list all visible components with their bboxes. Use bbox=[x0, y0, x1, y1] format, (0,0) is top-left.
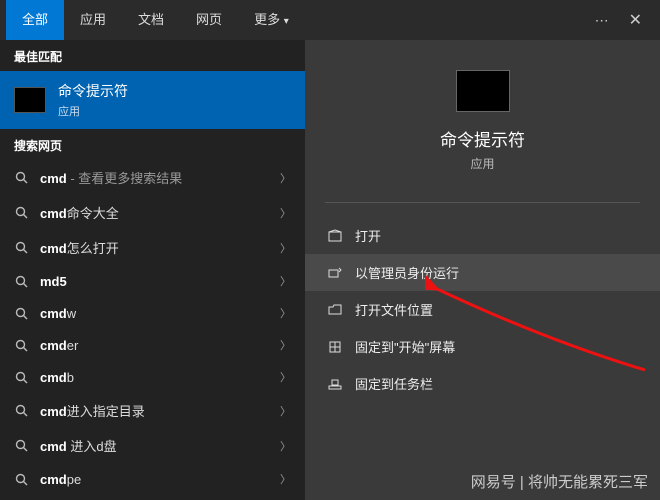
search-icon bbox=[14, 241, 28, 254]
search-icon bbox=[14, 307, 28, 320]
search-icon bbox=[14, 404, 28, 417]
suggestion-item[interactable]: cmd 进入d盘〉 bbox=[0, 428, 305, 463]
suggestion-item[interactable]: cmdpe〉 bbox=[0, 463, 305, 495]
chevron-right-icon: 〉 bbox=[280, 273, 291, 289]
detail-title: 命令提示符 bbox=[440, 126, 525, 151]
action-run-admin-label: 以管理员身份运行 bbox=[355, 263, 459, 282]
folder-icon bbox=[327, 303, 343, 317]
suggestion-text: cmd进入指定目录 bbox=[40, 401, 280, 420]
suggestion-item[interactable]: cmd命令大全〉 bbox=[0, 195, 305, 230]
chevron-right-icon: 〉 bbox=[280, 471, 291, 487]
chevron-right-icon: 〉 bbox=[280, 205, 291, 221]
admin-icon bbox=[327, 266, 343, 280]
action-run-admin[interactable]: 以管理员身份运行 bbox=[305, 254, 660, 291]
open-icon bbox=[327, 229, 343, 243]
search-icon bbox=[14, 275, 28, 288]
suggestion-text: cmdb bbox=[40, 370, 280, 385]
search-icon bbox=[14, 339, 28, 352]
chevron-right-icon: 〉 bbox=[280, 305, 291, 321]
cmd-icon bbox=[14, 87, 46, 113]
web-search-header: 搜索网页 bbox=[0, 129, 305, 160]
detail-panel: 命令提示符 应用 打开 以管理员身份运行 打开文件位置 固定到"开始"屏幕 bbox=[305, 40, 660, 500]
detail-subtitle: 应用 bbox=[470, 155, 494, 172]
detail-cmd-icon bbox=[456, 70, 510, 112]
suggestion-text: cmder bbox=[40, 338, 280, 353]
best-match-item[interactable]: 命令提示符 应用 bbox=[0, 71, 305, 129]
suggestion-item[interactable]: cmdw〉 bbox=[0, 297, 305, 329]
action-open-location[interactable]: 打开文件位置 bbox=[305, 291, 660, 328]
suggestion-item[interactable]: cmd怎么打开〉 bbox=[0, 230, 305, 265]
action-pin-taskbar-label: 固定到任务栏 bbox=[355, 374, 433, 393]
action-pin-start[interactable]: 固定到"开始"屏幕 bbox=[305, 328, 660, 365]
suggestion-text: cmd命令大全 bbox=[40, 203, 280, 222]
suggestion-text: cmdw bbox=[40, 306, 280, 321]
chevron-right-icon: 〉 bbox=[280, 369, 291, 385]
best-match-subtitle: 应用 bbox=[58, 103, 128, 119]
tab-apps[interactable]: 应用 bbox=[64, 0, 122, 40]
chevron-right-icon: 〉 bbox=[280, 337, 291, 353]
suggestion-text: cmd怎么打开 bbox=[40, 238, 280, 257]
chevron-right-icon: 〉 bbox=[280, 438, 291, 454]
pin-start-icon bbox=[327, 340, 343, 354]
action-open-label: 打开 bbox=[355, 226, 381, 245]
separator bbox=[325, 202, 640, 203]
action-open-location-label: 打开文件位置 bbox=[355, 300, 433, 319]
watermark: 网易号 | 将帅无能累死三军 bbox=[471, 471, 648, 492]
search-icon bbox=[14, 473, 28, 486]
best-match-title: 命令提示符 bbox=[58, 81, 128, 101]
search-icon bbox=[14, 171, 28, 184]
action-pin-taskbar[interactable]: 固定到任务栏 bbox=[305, 365, 660, 402]
tab-more[interactable]: 更多 ▾ bbox=[238, 0, 305, 40]
search-icon bbox=[14, 371, 28, 384]
suggestion-text: cmd - 查看更多搜索结果 bbox=[40, 168, 280, 187]
action-open[interactable]: 打开 bbox=[305, 217, 660, 254]
pin-taskbar-icon bbox=[327, 377, 343, 391]
close-icon[interactable]: ✕ bbox=[629, 10, 642, 30]
chevron-right-icon: 〉 bbox=[280, 403, 291, 419]
chevron-right-icon: 〉 bbox=[280, 240, 291, 256]
suggestion-item[interactable]: cmder〉 bbox=[0, 329, 305, 361]
more-options-icon[interactable]: ⋯ bbox=[595, 12, 611, 29]
suggestion-text: cmdpe bbox=[40, 472, 280, 487]
search-icon bbox=[14, 439, 28, 452]
tabs-bar: 全部 应用 文档 网页 更多 ▾ ⋯ ✕ bbox=[0, 0, 660, 40]
tab-docs[interactable]: 文档 bbox=[122, 0, 180, 40]
suggestion-item[interactable]: cmdb〉 bbox=[0, 361, 305, 393]
suggestion-text: md5 bbox=[40, 274, 280, 289]
chevron-right-icon: 〉 bbox=[280, 170, 291, 186]
suggestion-item[interactable]: md5〉 bbox=[0, 265, 305, 297]
suggestion-text: cmd 进入d盘 bbox=[40, 436, 280, 455]
best-match-header: 最佳匹配 bbox=[0, 40, 305, 71]
tab-web[interactable]: 网页 bbox=[180, 0, 238, 40]
suggestion-item[interactable]: cmd进入指定目录〉 bbox=[0, 393, 305, 428]
suggestion-item[interactable]: cmd - 查看更多搜索结果〉 bbox=[0, 160, 305, 195]
search-icon bbox=[14, 206, 28, 219]
tab-all[interactable]: 全部 bbox=[6, 0, 64, 40]
action-pin-start-label: 固定到"开始"屏幕 bbox=[355, 337, 455, 356]
results-panel: 最佳匹配 命令提示符 应用 搜索网页 cmd - 查看更多搜索结果〉cmd命令大… bbox=[0, 40, 305, 500]
